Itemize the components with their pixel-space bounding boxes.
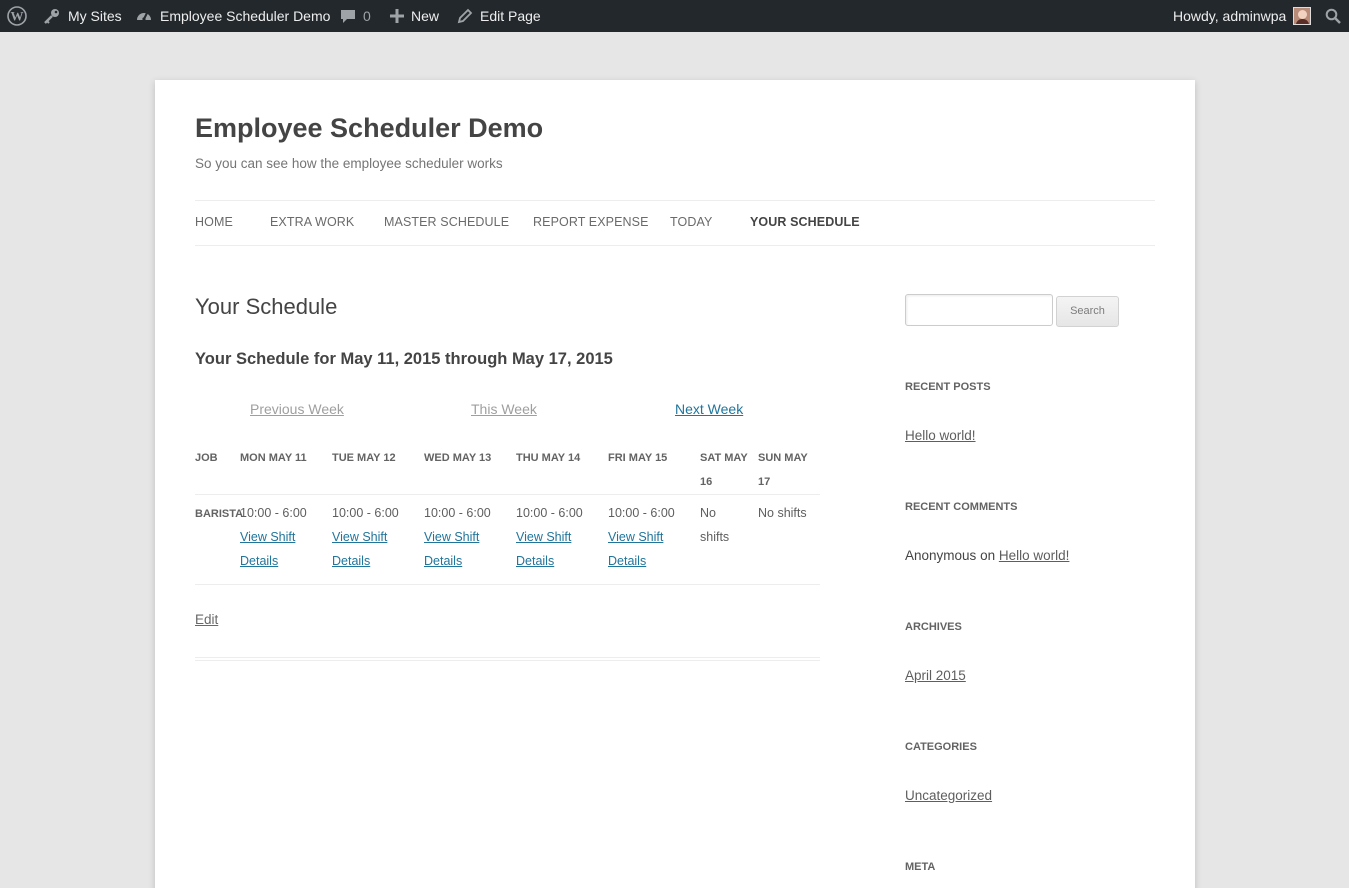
- shift-time: 10:00 - 6:00: [608, 506, 675, 520]
- shift-time: 10:00 - 6:00: [516, 506, 583, 520]
- recent-comment-item: Anonymous on Hello world!: [905, 548, 1069, 563]
- adminbar-search-button[interactable]: [1325, 0, 1341, 32]
- schedule-cell: 10:00 - 6:00 View Shift Details: [608, 501, 694, 573]
- view-shift-details-link[interactable]: View Shift Details: [608, 530, 663, 568]
- search-icon: [1325, 8, 1341, 24]
- view-shift-details-link[interactable]: View Shift Details: [332, 530, 387, 568]
- column-header-sat: SAT MAY 16: [700, 452, 748, 488]
- column-header-wed: WED MAY 13: [424, 452, 492, 464]
- previous-week-link[interactable]: Previous Week: [250, 401, 344, 417]
- categories-title: CATEGORIES: [905, 741, 977, 753]
- site-name-menu[interactable]: Employee Scheduler Demo: [135, 0, 330, 32]
- recent-posts-title: RECENT POSTS: [905, 381, 991, 393]
- new-content-menu[interactable]: New: [390, 0, 439, 32]
- account-menu[interactable]: Howdy, adminwpa: [1173, 0, 1312, 32]
- edit-link[interactable]: Edit: [195, 612, 218, 627]
- dashboard-icon: [135, 7, 153, 25]
- no-shifts-cell: No shifts: [700, 506, 730, 544]
- my-sites-menu[interactable]: My Sites: [43, 0, 122, 32]
- my-sites-label: My Sites: [68, 8, 122, 24]
- table-bottom-divider: [195, 584, 820, 585]
- svg-text:W: W: [11, 9, 24, 24]
- comment-post-link[interactable]: Hello world!: [999, 548, 1070, 563]
- schedule-cell: 10:00 - 6:00 View Shift Details: [240, 501, 326, 573]
- howdy-label: Howdy, adminwpa: [1173, 8, 1287, 24]
- nav-item-master-schedule[interactable]: MASTER SCHEDULE: [384, 215, 509, 229]
- nav-item-your-schedule[interactable]: YOUR SCHEDULE: [750, 215, 860, 229]
- site-description: So you can see how the employee schedule…: [195, 156, 503, 171]
- edit-page-menu[interactable]: Edit Page: [457, 0, 541, 32]
- pencil-icon: [457, 8, 473, 24]
- meta-title: META: [905, 861, 936, 873]
- column-header-tue: TUE MAY 12: [332, 452, 396, 464]
- search-input[interactable]: [905, 294, 1053, 326]
- view-shift-details-link[interactable]: View Shift Details: [424, 530, 479, 568]
- nav-item-today[interactable]: TODAY: [670, 215, 712, 229]
- nav-top-divider: [195, 200, 1155, 201]
- next-week-link[interactable]: Next Week: [675, 401, 743, 417]
- wordpress-logo-button[interactable]: W: [7, 0, 27, 32]
- column-header-sun: SUN MAY 17: [758, 452, 808, 488]
- site-title[interactable]: Employee Scheduler Demo: [195, 113, 543, 144]
- this-week-link[interactable]: This Week: [471, 401, 537, 417]
- schedule-cell: 10:00 - 6:00 View Shift Details: [332, 501, 418, 573]
- column-header-fri: FRI MAY 15: [608, 452, 668, 464]
- admin-bar: W My Sites Employee Scheduler Demo 0 New…: [0, 0, 1349, 32]
- comments-menu[interactable]: 0: [340, 0, 371, 32]
- page-container: Employee Scheduler Demo So you can see h…: [155, 80, 1195, 888]
- archives-title: ARCHIVES: [905, 621, 962, 633]
- edit-page-label: Edit Page: [480, 8, 541, 24]
- comment-author: Anonymous: [905, 548, 977, 563]
- key-icon: [43, 7, 61, 25]
- avatar: [1293, 7, 1312, 25]
- wordpress-icon: W: [7, 6, 27, 26]
- schedule-cell: 10:00 - 6:00 View Shift Details: [516, 501, 602, 573]
- shift-time: 10:00 - 6:00: [332, 506, 399, 520]
- plus-icon: [390, 9, 404, 23]
- nav-item-report-expense[interactable]: REPORT EXPENSE: [533, 215, 649, 229]
- schedule-heading: Your Schedule for May 11, 2015 through M…: [195, 350, 613, 368]
- recent-post-link[interactable]: Hello world!: [905, 428, 976, 443]
- column-header-job: JOB: [195, 452, 218, 464]
- view-shift-details-link[interactable]: View Shift Details: [516, 530, 571, 568]
- no-shifts-cell: No shifts: [758, 506, 807, 520]
- nav-bottom-divider: [195, 245, 1155, 246]
- shift-time: 10:00 - 6:00: [424, 506, 491, 520]
- recent-comments-title: RECENT COMMENTS: [905, 501, 1018, 513]
- entry-footer-divider: [195, 657, 820, 658]
- table-header-divider: [195, 494, 820, 495]
- view-shift-details-link[interactable]: View Shift Details: [240, 530, 295, 568]
- nav-item-extra-work[interactable]: EXTRA WORK: [270, 215, 354, 229]
- schedule-cell: 10:00 - 6:00 View Shift Details: [424, 501, 510, 573]
- entry-footer-divider: [195, 660, 820, 661]
- comments-count: 0: [363, 8, 371, 24]
- job-cell: BARISTA: [195, 508, 244, 520]
- new-label: New: [411, 8, 440, 24]
- comment-on-label: on: [980, 548, 996, 563]
- column-header-thu: THU MAY 14: [516, 452, 581, 464]
- nav-item-home[interactable]: HOME: [195, 215, 233, 229]
- site-name-label: Employee Scheduler Demo: [160, 8, 331, 24]
- search-button[interactable]: Search: [1056, 296, 1119, 327]
- category-link[interactable]: Uncategorized: [905, 788, 992, 803]
- archive-link[interactable]: April 2015: [905, 668, 966, 683]
- comment-bubble-icon: [340, 8, 356, 24]
- shift-time: 10:00 - 6:00: [240, 506, 307, 520]
- page-title: Your Schedule: [195, 294, 338, 319]
- column-header-mon: MON MAY 11: [240, 452, 307, 464]
